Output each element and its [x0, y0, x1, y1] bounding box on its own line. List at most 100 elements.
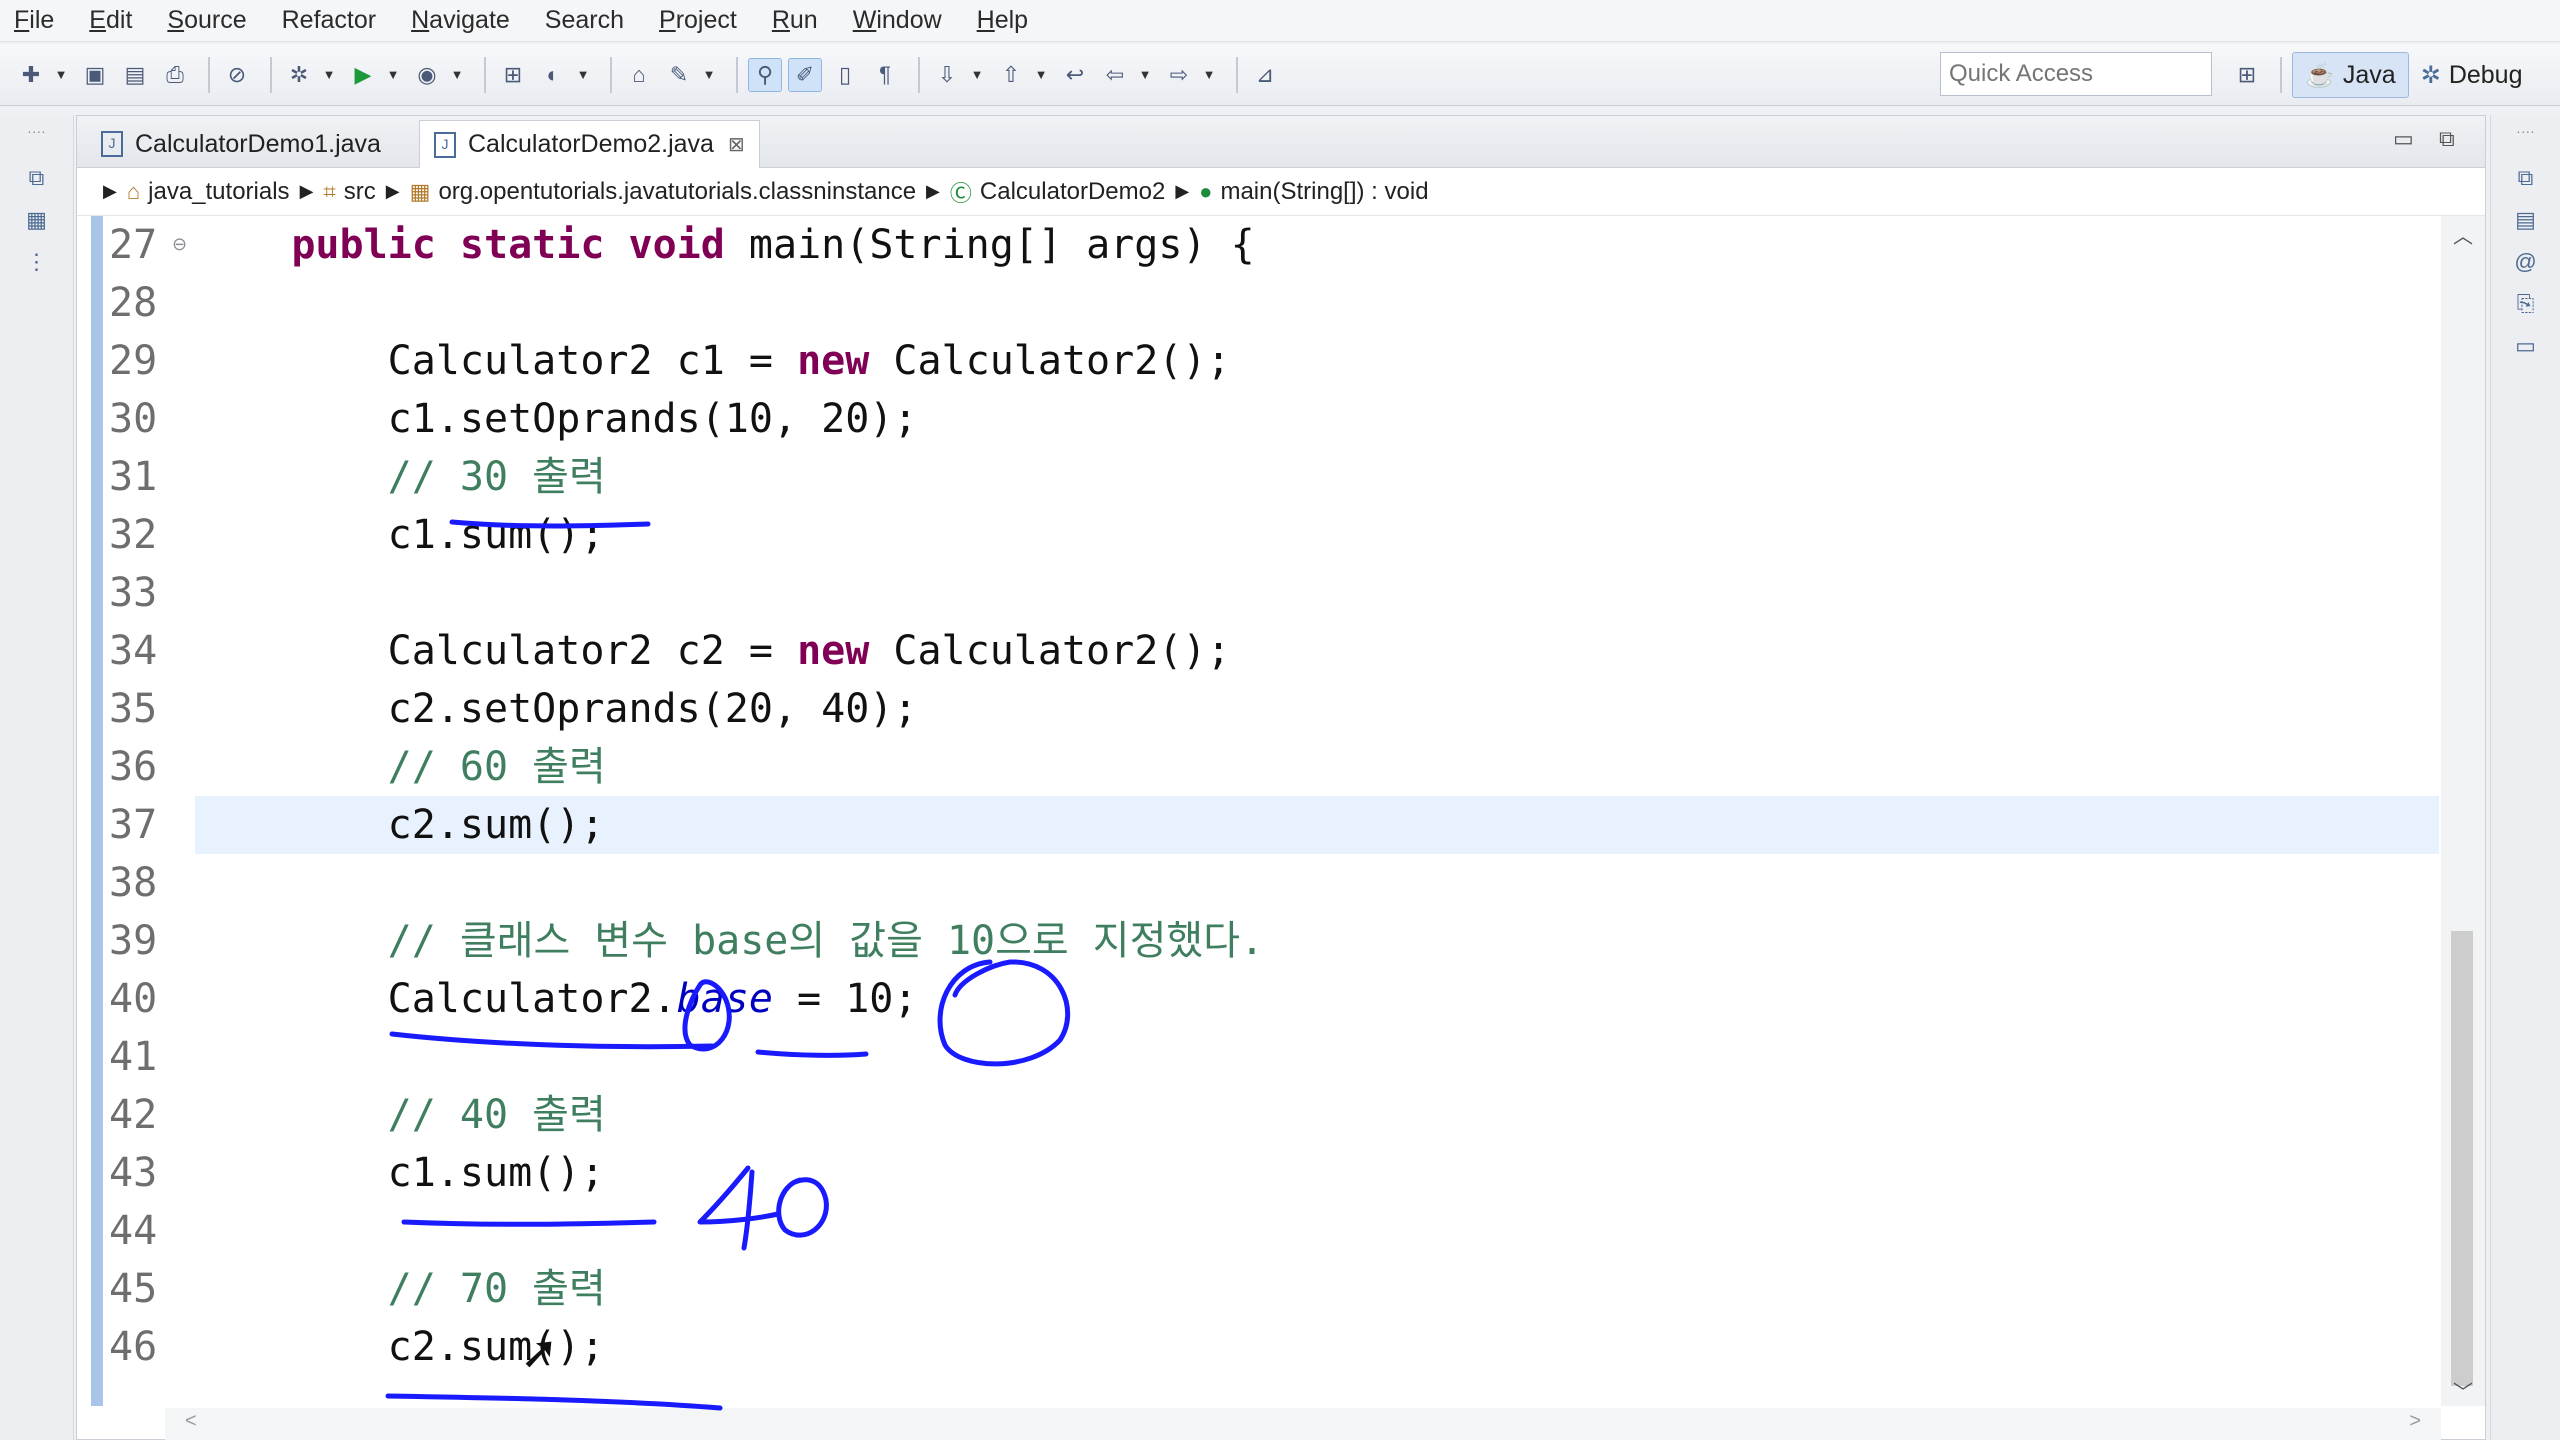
menu-item-file[interactable]: File [10, 4, 58, 37]
new-dropdown-icon[interactable]: ▼ [54, 67, 68, 82]
menu-item-help[interactable]: Help [973, 4, 1032, 37]
forward-dropdown-icon[interactable]: ▼ [1202, 67, 1216, 82]
method-icon: ● [1199, 178, 1213, 204]
scroll-left-icon[interactable]: < [185, 1410, 197, 1433]
new-java-package-icon[interactable]: ⊞ [496, 58, 530, 92]
menu-item-source[interactable]: Source [163, 4, 250, 37]
previous-annotation-dropdown-icon[interactable]: ▼ [1034, 67, 1048, 82]
code-line[interactable]: // 60 출력 [195, 738, 606, 796]
code-line[interactable]: c1.setOprands(10, 20); [195, 390, 918, 448]
menu-item-project[interactable]: Project [655, 4, 741, 37]
coverage-icon[interactable]: ◉ [410, 58, 444, 92]
code-line[interactable]: c2.setOprands(20, 40); [195, 680, 918, 738]
code-token: c1.sum(); [195, 512, 605, 558]
save-all-icon[interactable]: ▤ [118, 58, 152, 92]
menu-item-navigate[interactable]: Navigate [407, 4, 514, 37]
vertical-scrollbar[interactable]: ︿ ﹀ [2441, 216, 2485, 1406]
toggle-breadcrumb-icon[interactable]: ⚲ [748, 57, 782, 92]
new-java-class-icon[interactable]: ◐ [536, 58, 570, 92]
back-icon[interactable]: ⇦ [1098, 58, 1132, 92]
code-line[interactable]: Calculator2 c1 = new Calculator2(); [195, 332, 1231, 390]
tab-calculatordemo1[interactable]: J CalculatorDemo1.java [87, 120, 395, 168]
run-icon[interactable]: ▶ [346, 58, 380, 92]
search-icon[interactable]: ✎ [662, 58, 696, 92]
search-dropdown-icon[interactable]: ▼ [702, 67, 716, 82]
save-icon[interactable]: ▣ [78, 58, 112, 92]
back-dropdown-icon[interactable]: ▼ [1138, 67, 1152, 82]
skip-breakpoints-icon[interactable]: ⊘ [220, 58, 254, 92]
scroll-up-icon[interactable]: ︿ [2453, 220, 2473, 249]
menu-item-search[interactable]: Search [541, 4, 628, 37]
run-dropdown-icon[interactable]: ▼ [386, 67, 400, 82]
print-icon[interactable]: ⎙ [158, 58, 192, 92]
maximize-icon[interactable]: ⧉ [2439, 126, 2455, 152]
breadcrumb-item-method[interactable]: main(String[]) : void [1220, 178, 1428, 206]
breadcrumb-item-class[interactable]: CalculatorDemo2 [980, 178, 1165, 206]
breadcrumb: ▶ ⌂ java_tutorials ▶ ⌗ src ▶ ▦ org.opent… [77, 168, 2485, 216]
fold-toggle-icon[interactable]: ⊖ [172, 234, 187, 255]
scroll-right-icon[interactable]: > [2409, 1410, 2421, 1433]
code-line[interactable]: // 70 출력 [195, 1260, 606, 1318]
chevron-right-icon[interactable]: ▶ [1175, 181, 1189, 202]
code-token: main(String[] args) { [724, 222, 1255, 268]
debug-perspective-button[interactable]: ✲ Debug [2409, 52, 2535, 98]
last-edit-location-icon[interactable]: ↩ [1058, 58, 1092, 92]
debug-icon[interactable]: ✲ [282, 58, 316, 92]
new-class-dropdown-icon[interactable]: ▼ [576, 67, 590, 82]
next-annotation-dropdown-icon[interactable]: ▼ [970, 67, 984, 82]
chevron-right-icon[interactable]: ▶ [103, 181, 117, 202]
menu-item-window[interactable]: Window [849, 4, 946, 37]
code-line[interactable]: // 클래스 변수 base의 값을 10으로 지정했다. [195, 912, 1264, 970]
code-line[interactable]: c1.sum(); [195, 506, 605, 564]
menu-item-refactor[interactable]: Refactor [278, 4, 380, 37]
restore-icon[interactable]: ⧉ [20, 165, 54, 199]
open-perspective-icon[interactable]: ⊞ [2230, 58, 2264, 92]
right-trim-stack: ···· ⧉ ▤ @ ⎘ ▭ [2490, 115, 2560, 1440]
type-hierarchy-icon[interactable]: ⋮ [20, 249, 54, 283]
comment: // 60 출력 [387, 744, 606, 790]
tab-calculatordemo2[interactable]: J CalculatorDemo2.java ⊠ [419, 120, 760, 168]
breadcrumb-item-package[interactable]: org.opentutorials.javatutorials.classnin… [438, 178, 916, 206]
new-icon[interactable]: ✚ [14, 58, 48, 92]
restore-icon[interactable]: ⧉ [2509, 165, 2543, 199]
debug-perspective-icon: ✲ [2420, 61, 2441, 89]
javadoc-icon[interactable]: @ [2509, 249, 2543, 283]
code-line[interactable]: // 30 출력 [195, 448, 606, 506]
next-annotation-icon[interactable]: ⇩ [930, 58, 964, 92]
forward-icon[interactable]: ⇨ [1162, 58, 1196, 92]
chevron-right-icon[interactable]: ▶ [926, 181, 940, 202]
scroll-thumb[interactable] [2451, 931, 2473, 1386]
chevron-right-icon[interactable]: ▶ [386, 181, 400, 202]
code-line[interactable]: c1.sum(); [195, 1144, 605, 1202]
menu-item-edit[interactable]: Edit [85, 4, 136, 37]
horizontal-scrollbar[interactable]: < > [165, 1408, 2441, 1440]
close-icon[interactable]: ⊠ [728, 132, 745, 157]
pin-editor-icon[interactable]: ⊿ [1248, 58, 1282, 92]
breadcrumb-item-project[interactable]: java_tutorials [148, 178, 289, 206]
code-line[interactable]: public static void main(String[] args) { [195, 216, 1255, 274]
debug-dropdown-icon[interactable]: ▼ [322, 67, 336, 82]
package-explorer-icon[interactable]: ▦ [20, 207, 54, 241]
previous-annotation-icon[interactable]: ⇧ [994, 58, 1028, 92]
scroll-down-icon[interactable]: ﹀ [2453, 1376, 2473, 1405]
code-line[interactable]: Calculator2.base = 10; [195, 970, 918, 1028]
menu-item-run[interactable]: Run [768, 4, 822, 37]
declaration-icon[interactable]: ⎘ [2509, 291, 2543, 325]
quick-access-input[interactable] [1940, 52, 2212, 96]
chevron-right-icon[interactable]: ▶ [300, 181, 314, 202]
open-type-icon[interactable]: ⌂ [622, 58, 656, 92]
show-whitespace-icon[interactable]: ¶ [868, 58, 902, 92]
toggle-mark-occurrences-icon[interactable]: ✐ [788, 57, 822, 92]
code-line[interactable]: // 40 출력 [195, 1086, 606, 1144]
code-line[interactable]: Calculator2 c2 = new Calculator2(); [195, 622, 1231, 680]
coverage-dropdown-icon[interactable]: ▼ [450, 67, 464, 82]
console-icon[interactable]: ▭ [2509, 333, 2543, 367]
minimize-icon[interactable]: ▭ [2393, 126, 2414, 152]
breadcrumb-item-src[interactable]: src [344, 178, 376, 206]
outline-icon[interactable]: ▤ [2509, 207, 2543, 241]
code-line[interactable]: c2.sum(); [195, 796, 605, 854]
code-area[interactable]: 27 ⊖ public static void main(String[] arg… [77, 216, 2439, 1406]
java-perspective-button[interactable]: ☕ Java [2292, 52, 2409, 98]
code-token: Calculator2. [195, 976, 677, 1022]
toggle-block-selection-icon[interactable]: ▯ [828, 58, 862, 92]
